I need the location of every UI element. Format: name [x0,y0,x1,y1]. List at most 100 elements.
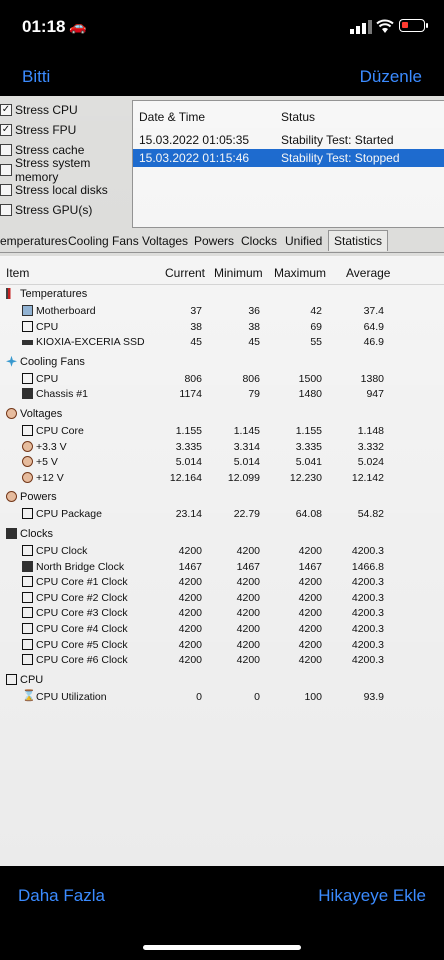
cell-max: 55 [310,336,322,349]
checkbox-checked-icon[interactable]: ✓ [0,124,12,136]
stress-options: ✓ Stress CPU ✓ Stress FPU Stress cache Stress… [0,100,130,220]
log-row[interactable]: 15.03.2022 01:05:35 Stability Test: Start… [133,131,444,149]
tab-voltages[interactable]: Voltages [142,234,188,248]
cell-max: 4200 [298,654,322,667]
table-row[interactable]: KIOXIA-EXCERIA SSD 45 45 55 46.9 [0,334,444,350]
table-row[interactable]: +5 V 5.014 5.014 5.041 5.024 [0,454,444,470]
row-label: Powers [20,491,57,504]
table-row[interactable]: CPU Core #5 Clock 4200 4200 4200 4200.3 [0,637,444,653]
tab-unified[interactable]: Unified [285,234,322,248]
table-row[interactable]: Motherboard 37 36 42 37.4 [0,303,444,319]
cell-max: 42 [310,305,322,317]
cpu-icon [22,372,33,384]
stress-option[interactable]: Stress GPU(s) [0,200,130,220]
tab-clocks[interactable]: Clocks [241,234,277,248]
stress-option[interactable]: ✓ Stress CPU [0,100,130,120]
table-row[interactable]: +3.3 V 3.335 3.314 3.335 3.332 [0,439,444,455]
row-label: CPU [36,320,59,333]
table-row[interactable]: CPU Core #3 Clock 4200 4200 4200 4200.3 [0,605,444,621]
table-row[interactable]: North Bridge Clock 1467 1467 1467 1466.8 [0,559,444,575]
table-row[interactable]: CPU 806 806 1500 1380 [0,371,444,387]
table-row[interactable]: CPU Core #2 Clock 4200 4200 4200 4200.3 [0,590,444,606]
checkbox-icon[interactable] [0,164,12,176]
motherboard-icon [22,305,33,316]
cell-min: 3.314 [233,440,260,453]
wifi-icon [376,19,394,33]
cell-min: 45 [248,336,260,349]
more-button[interactable]: Daha Fazla [18,886,105,906]
row-label: CPU Core #2 Clock [36,591,128,604]
category-row[interactable]: Clocks [0,526,444,542]
cell-avg: 64.9 [363,320,384,333]
table-row[interactable]: CPU Clock 4200 4200 4200 4200.3 [0,543,444,559]
tab-powers[interactable]: Powers [194,234,234,248]
col-minimum: Minimum [214,266,263,280]
add-to-story-button[interactable]: Hikayeye Ekle [318,886,426,906]
cell-cur: 4200 [178,638,202,651]
checkbox-icon[interactable] [0,184,12,196]
cell-avg: 93.9 [363,690,384,703]
stress-option-label: Stress CPU [15,103,78,117]
table-row[interactable]: CPU Core 1.155 1.145 1.155 1.148 [0,423,444,439]
row-label: CPU Clock [36,545,88,557]
tab-cooling-fans[interactable]: Cooling Fans [68,234,139,248]
stress-option-label: Stress FPU [15,123,77,137]
cell-cur: 3.335 [175,440,202,453]
cell-cur: 4200 [178,576,202,589]
home-indicator[interactable] [143,945,301,950]
table-row[interactable]: Chassis #1 1174 79 1480 947 [0,386,444,402]
sensor-tabs: emperatures Cooling Fans Voltages Powers Clo… [0,230,444,253]
table-row[interactable]: CPU Core #6 Clock 4200 4200 4200 4200.3 [0,652,444,668]
cell-cur: 45 [190,336,202,349]
table-row[interactable]: ⌛ CPU Utilization 0 0 100 93.9 [0,689,444,705]
table-row[interactable]: CPU Core #1 Clock 4200 4200 4200 4200.3 [0,574,444,590]
cpu-icon [22,607,33,619]
table-row[interactable]: +12 V 12.164 12.099 12.230 12.142 [0,470,444,486]
table-row[interactable]: CPU 38 38 69 64.9 [0,319,444,335]
row-label: +12 V [36,471,64,484]
stress-option[interactable]: ✓ Stress FPU [0,120,130,140]
row-label: CPU Core #5 Clock [36,638,128,651]
cell-max: 4200 [298,591,322,604]
cell-avg: 37.4 [363,305,384,317]
row-label: +5 V [36,456,58,469]
cell-cur: 806 [184,372,202,385]
done-button[interactable]: Bitti [22,67,50,87]
cell-avg: 4200.3 [351,545,384,557]
tab-emperatures[interactable]: emperatures [0,234,67,248]
cell-min: 36 [248,305,260,317]
tab-statistics[interactable]: Statistics [328,230,389,251]
category-row[interactable]: CPU [0,672,444,688]
cell-cur: 4200 [178,607,202,620]
checkbox-icon[interactable] [0,204,12,216]
status-bar: 01:18 🚗 [0,0,444,54]
edit-button[interactable]: Düzenle [360,67,422,87]
cpu-icon [22,425,33,436]
cell-max: 4200 [298,545,322,557]
stress-option[interactable]: Stress system memory [0,156,130,184]
signal-icon [350,20,372,34]
cell-max: 1480 [298,388,322,401]
cell-avg: 4200.3 [351,576,384,589]
cell-max: 100 [304,690,322,703]
checkbox-icon[interactable] [0,144,12,156]
category-row[interactable]: Temperatures [0,286,444,302]
checkbox-checked-icon[interactable]: ✓ [0,104,12,116]
table-row[interactable]: CPU Package 23.14 22.79 64.08 54.82 [0,506,444,522]
log-row[interactable]: 15.03.2022 01:15:46 Stability Test: Stopp… [133,149,444,167]
category-row[interactable]: Voltages [0,406,444,422]
cell-max: 3.335 [295,440,322,453]
cell-cur: 4200 [178,623,202,635]
row-label: +3.3 V [36,440,67,453]
cell-min: 806 [242,372,260,385]
cell-cur: 38 [190,320,202,333]
cpu-icon [22,591,33,603]
cell-min: 1467 [236,560,260,573]
category-row[interactable]: Cooling Fans [0,354,444,370]
cell-cur: 23.14 [175,508,202,521]
cell-cur: 12.164 [169,471,202,484]
car-icon: 🚗 [69,18,87,34]
table-row[interactable]: CPU Core #4 Clock 4200 4200 4200 4200.3 [0,621,444,637]
category-row[interactable]: Powers [0,489,444,505]
cell-cur: 5.014 [175,456,202,469]
